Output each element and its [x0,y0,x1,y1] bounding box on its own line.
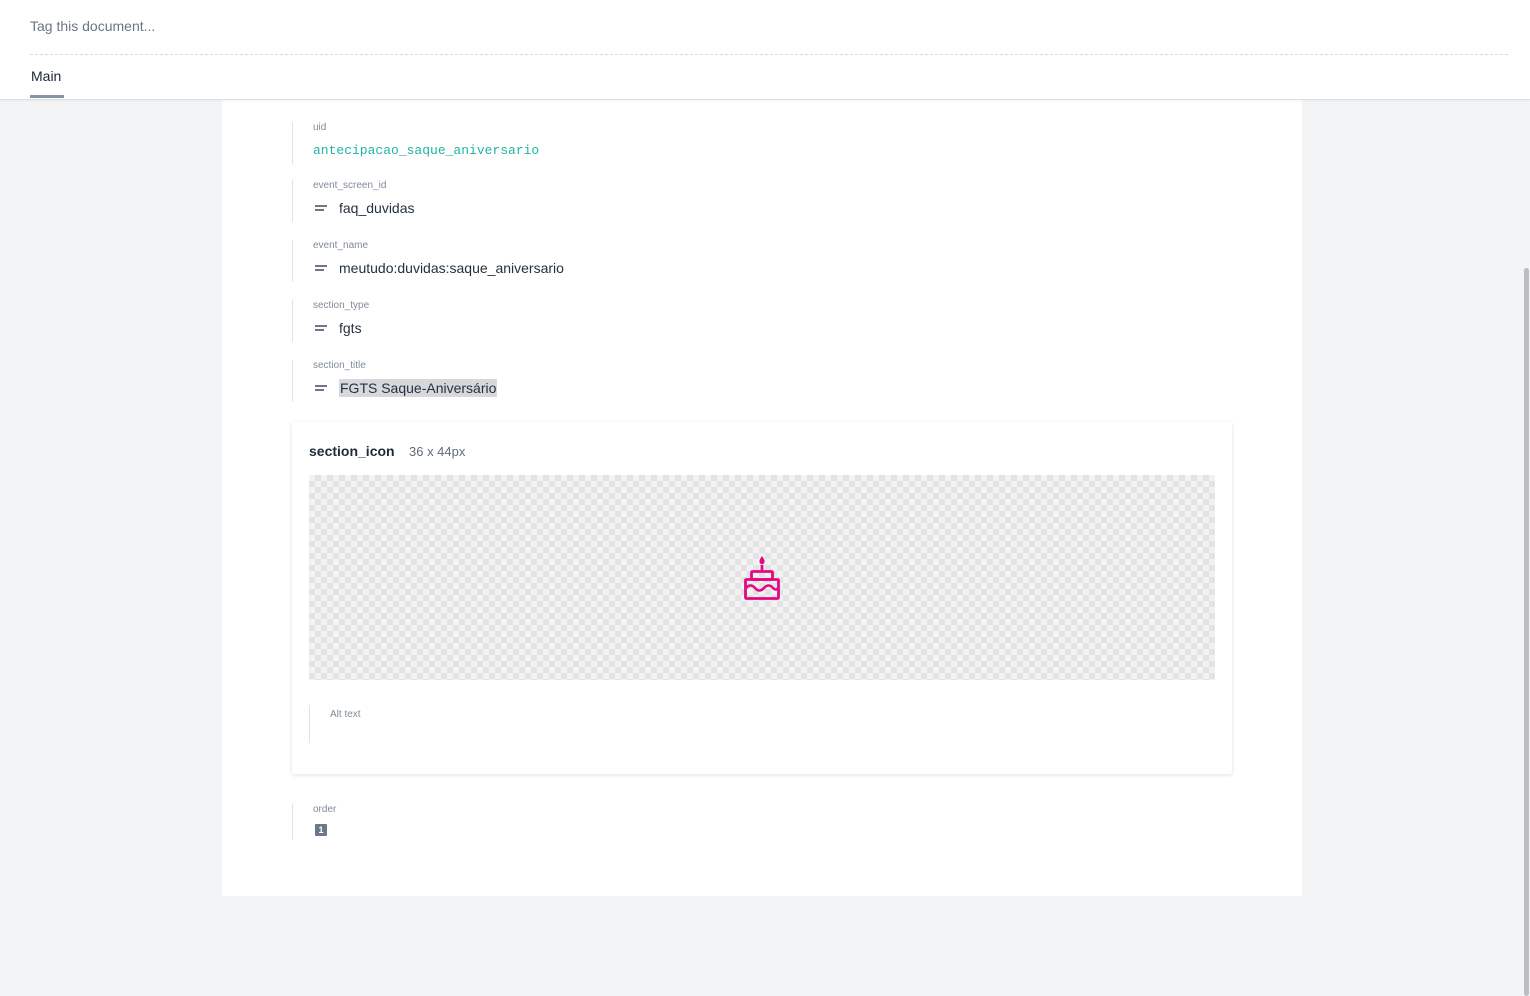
active-tab-indicator [30,95,64,98]
order-label: order [313,804,337,815]
image-preview[interactable] [309,475,1215,680]
section-type-field[interactable]: section_type fgts [292,300,369,342]
alt-text-label: Alt text [330,709,361,720]
document-header: Main [0,0,1530,100]
document-editor-panel: uid antecipacao_saque_aniversario event_… [222,100,1302,896]
text-field-icon [315,204,327,212]
text-field-icon [315,384,327,392]
section-title-value[interactable]: FGTS Saque-Aniversário [339,379,498,397]
event-name-field[interactable]: event_name meutudo:duvidas:saque_anivers… [292,240,564,282]
section-title-field[interactable]: section_title FGTS Saque-Aniversário [292,360,498,402]
uid-label: uid [313,122,327,133]
event-name-label: event_name [313,240,369,251]
section-icon-image-field: section_icon 36 x 44px Alt text [292,422,1232,774]
order-number-badge[interactable]: 1 [315,824,327,836]
section-type-value[interactable]: fgts [339,319,362,337]
alt-text-field[interactable]: Alt text [309,705,1215,743]
text-field-icon [315,264,327,272]
section-title-label: section_title [313,360,366,371]
alt-text-input[interactable] [330,726,1190,742]
section-icon-dimensions: 36 x 44px [409,444,466,459]
event-screen-id-field[interactable]: event_screen_id faq_duvidas [292,180,415,222]
tag-divider [30,54,1508,55]
section-type-label: section_type [313,300,370,311]
tag-document-input[interactable] [30,12,1508,40]
event-screen-id-label: event_screen_id [313,180,387,191]
order-field[interactable]: order 1 [292,804,336,840]
uid-value[interactable]: antecipacao_saque_aniversario [313,143,539,159]
section-icon-label: section_icon [309,443,395,459]
text-field-icon [315,324,327,332]
event-name-value[interactable]: meutudo:duvidas:saque_aniversario [339,259,564,277]
tab-main-label: Main [31,68,62,84]
scrollbar-thumb[interactable] [1524,268,1529,996]
scrollbar-track[interactable] [1522,100,1530,996]
event-screen-id-value[interactable]: faq_duvidas [339,199,415,217]
birthday-cake-icon [744,556,780,600]
uid-field[interactable]: uid antecipacao_saque_aniversario [292,122,539,164]
